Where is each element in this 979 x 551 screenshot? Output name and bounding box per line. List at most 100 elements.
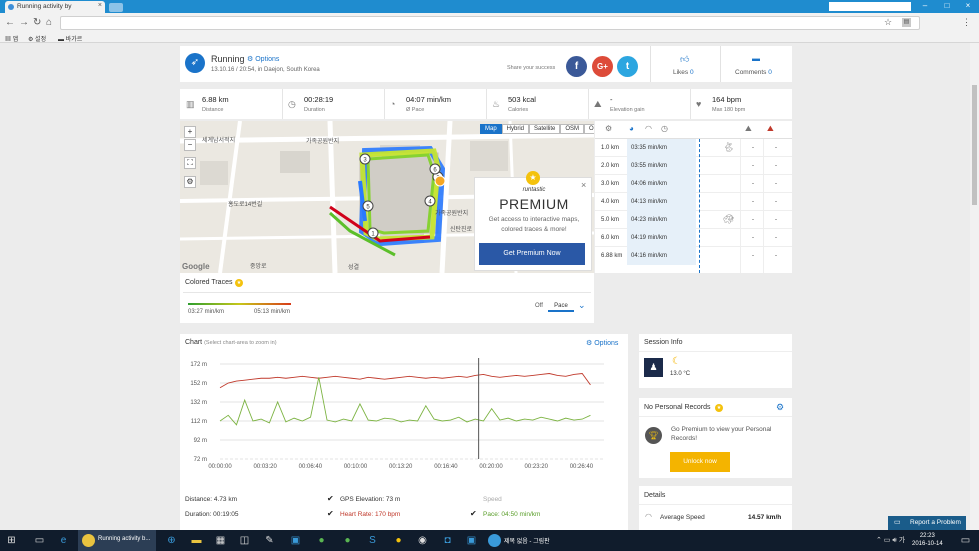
legend-pace[interactable]: Pace: 04:50 min/km <box>483 511 540 518</box>
options-link[interactable]: ⚙ Options <box>247 55 279 63</box>
report-problem-button[interactable]: ▭ Report a Problem <box>888 516 966 530</box>
menu-icon[interactable]: ⋮ <box>962 17 971 28</box>
splits-table: ⚙ ◕ ◠ ◷ ⛰ ⛰ 1.0 km 03:35 min/km 🐇︎ -- 2.0… <box>595 121 792 273</box>
map-type-satellite[interactable]: Satellite <box>529 124 561 134</box>
legend-gps-elevation[interactable]: GPS Elevation: 73 m <box>340 496 400 503</box>
comment-icon[interactable]: ▬ <box>752 54 760 63</box>
stat-calories: ♨ 503 kcal Calories <box>486 89 588 119</box>
profile-area[interactable] <box>829 2 911 11</box>
get-premium-button[interactable]: Get Premium Now <box>479 243 585 265</box>
speed-tab-icon[interactable]: ◠ <box>645 124 652 133</box>
address-bar[interactable] <box>60 16 920 30</box>
taskbar-paint-app[interactable]: 제목 없음 - 그림판 <box>484 530 568 551</box>
home-icon[interactable]: ⌂ <box>46 17 52 29</box>
skype-icon[interactable]: S <box>365 533 380 548</box>
y-tick-label: 92 m <box>194 438 207 444</box>
map-type-osm[interactable]: OSM <box>560 124 585 134</box>
app-icon[interactable]: ✎ <box>262 533 277 548</box>
map-type-map[interactable]: Map <box>480 124 502 134</box>
windows-taskbar: ⊞ ▭ e Running activity b... ⊕ ▬ ▦ ◫ ✎ ▣ … <box>0 530 979 551</box>
notifications-icon[interactable]: ▭ <box>958 533 973 548</box>
system-tray[interactable]: ⌃ ▭ 🔊︎ 가 <box>876 535 905 545</box>
calculator-icon[interactable]: ▦ <box>213 533 228 548</box>
details-panel: Details ◠ Average Speed 14.57 km/h <box>639 486 792 530</box>
back-icon[interactable]: ← <box>5 17 15 29</box>
map-type-ocm[interactable]: OCM <box>584 124 594 134</box>
legend-heart-rate[interactable]: Heart Rate: 170 bpm <box>340 511 400 518</box>
premium-text: Get access to interactive maps, colored … <box>488 216 580 233</box>
forward-icon[interactable]: → <box>19 17 29 29</box>
google-plus-share-button[interactable]: G+ <box>592 56 613 77</box>
legend-speed[interactable]: Speed <box>483 496 502 503</box>
zoom-out-button[interactable]: − <box>184 139 196 151</box>
new-tab-button[interactable] <box>109 3 123 12</box>
app-icon[interactable]: ● <box>340 533 355 548</box>
explorer-icon[interactable]: ▬ <box>189 533 204 548</box>
app-icon[interactable]: ⊕ <box>164 533 179 548</box>
checkmark-icon[interactable]: ✔ <box>470 509 477 518</box>
street-label: 성결 <box>348 263 359 271</box>
app-icon[interactable]: ▣ <box>464 533 479 548</box>
time-tab-icon[interactable]: ◷ <box>661 124 668 133</box>
gear-icon[interactable]: ⚙ <box>776 402 784 413</box>
bookmark-apps[interactable]: ▦ 앱 <box>5 34 18 43</box>
windows-start-icon[interactable]: ⊞ <box>4 533 19 548</box>
store-icon[interactable]: ◫ <box>237 533 252 548</box>
twitter-share-button[interactable]: t <box>617 56 638 77</box>
chevron-down-icon[interactable]: ⌄ <box>578 300 586 311</box>
scrollbar-thumb[interactable] <box>972 85 977 205</box>
map-type-hybrid[interactable]: Hybrid <box>501 124 530 134</box>
edge-icon[interactable]: e <box>56 533 71 548</box>
fullscreen-icon[interactable]: ⛶ <box>184 157 196 169</box>
steam-icon[interactable]: ◉ <box>415 533 430 548</box>
star-icon: ★ <box>235 279 243 287</box>
activity-header: ➶ Running ⚙ Options 13.10.16 / 20:54, in… <box>180 46 792 82</box>
pace-gradient-legend <box>188 303 291 305</box>
extension-icon[interactable]: ▤ <box>902 18 911 27</box>
checkmark-icon[interactable]: ✔ <box>327 509 334 518</box>
x-tick-label: 00:23:20 <box>525 464 549 470</box>
zoom-in-button[interactable]: + <box>184 126 196 138</box>
elevation-up-icon[interactable]: ⛰ <box>745 124 752 134</box>
close-tab-icon[interactable]: × <box>98 2 102 9</box>
stat-heart-rate: ♥ 164 bpm Max 180 bpm <box>690 89 792 119</box>
page: ➶ Running ⚙ Options 13.10.16 / 20:54, in… <box>0 43 970 530</box>
bookmark-settings[interactable]: ⚙ 설정 <box>28 34 46 43</box>
trace-pace-option[interactable]: Pace <box>548 301 574 312</box>
kakaotalk-icon[interactable]: ● <box>391 533 406 548</box>
thumbs-up-icon[interactable]: 👍︎ <box>680 54 689 65</box>
elevation-down-icon[interactable]: ⛰ <box>767 124 774 134</box>
map-settings-icon[interactable]: ⚙ <box>184 176 196 188</box>
divider <box>720 46 721 82</box>
chart-options-link[interactable]: ⚙ Options <box>586 339 618 347</box>
maximize-icon[interactable]: □ <box>936 0 958 13</box>
browser-tab[interactable]: Running activity by × <box>5 1 105 13</box>
task-view-icon[interactable]: ▭ <box>32 533 47 548</box>
app-icon[interactable]: ◘ <box>440 533 455 548</box>
photoshop-icon[interactable]: ▣ <box>288 533 303 548</box>
trace-off-option[interactable]: Off <box>535 303 543 309</box>
finish-marker[interactable] <box>434 175 446 187</box>
checkmark-icon[interactable]: ✔ <box>327 494 334 503</box>
likes-counter[interactable]: Likes 0 <box>673 69 694 76</box>
close-window-icon[interactable]: × <box>957 0 979 13</box>
clock-icon: ◷ <box>288 99 296 109</box>
unlock-now-button[interactable]: Unlock now <box>670 452 730 472</box>
bookmark-folder[interactable]: ▬ 바가르 <box>58 34 82 43</box>
pace-tab-icon[interactable]: ◕ <box>629 124 634 133</box>
minimize-icon[interactable]: – <box>914 0 936 13</box>
chart-title: Chart (Select chart-area to zoom in) <box>185 339 277 346</box>
route-map[interactable]: 1 2 3 4 5 6 가족공원반지 세계남서적지 홍도로14번길 가족공원반지… <box>180 121 594 273</box>
heart-rate-series-line <box>219 373 591 389</box>
taskbar-clock[interactable]: 22:23 2016-10-14 <box>912 532 943 548</box>
street-label: 가족공원반지 <box>306 137 339 145</box>
app-icon[interactable]: ● <box>314 533 329 548</box>
trophy-icon: 🏆︎ <box>645 427 662 444</box>
taskbar-chrome-app[interactable]: Running activity b... <box>78 530 156 551</box>
chart-canvas[interactable]: 172 m 152 m 132 m 112 m 92 m 72 m 00:00:00 00:… <box>180 356 628 478</box>
reload-icon[interactable]: ↻ <box>33 17 41 29</box>
comments-counter[interactable]: Comments 0 <box>735 69 772 76</box>
facebook-share-button[interactable]: f <box>566 56 587 77</box>
gear-icon[interactable]: ⚙ <box>605 124 612 133</box>
bookmark-star-icon[interactable]: ☆ <box>884 17 892 28</box>
